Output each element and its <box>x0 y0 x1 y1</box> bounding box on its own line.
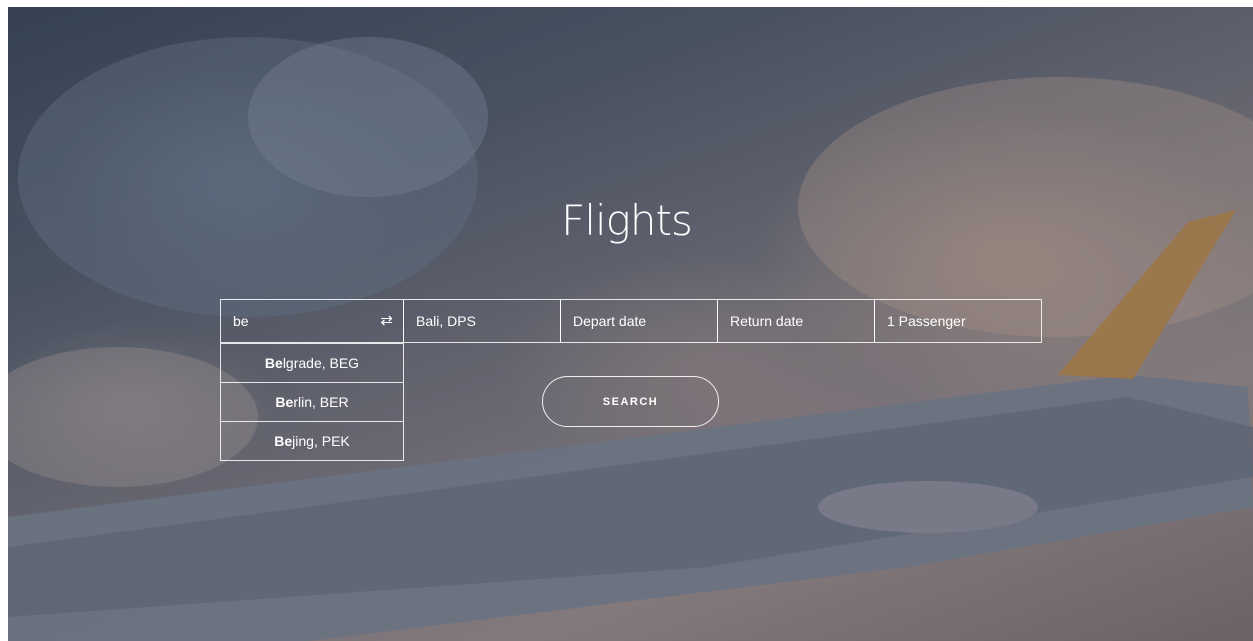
from-field[interactable]: ⇄ <box>220 299 404 343</box>
search-button[interactable]: SEARCH <box>542 376 719 427</box>
from-suggestions-dropdown: Be lgrade, BEG Be rlin, BER Be jing, PEK <box>220 343 404 461</box>
suggestion-rest: rlin, BER <box>293 394 349 410</box>
passengers-field[interactable]: 1 Passenger <box>874 299 1042 343</box>
suggestion-item-berlin[interactable]: Be rlin, BER <box>221 382 403 421</box>
depart-date-placeholder: Depart date <box>573 313 647 329</box>
swap-arrows-icon[interactable]: ⇄ <box>380 311 393 329</box>
suggestion-rest: jing, PEK <box>292 433 350 449</box>
depart-date-field[interactable]: Depart date <box>560 299 718 343</box>
to-field[interactable]: Bali, DPS <box>403 299 561 343</box>
suggestion-match: Be <box>274 433 293 449</box>
page-title: Flights <box>561 196 693 245</box>
from-input[interactable] <box>233 313 363 329</box>
to-value: Bali, DPS <box>416 313 476 329</box>
suggestion-item-bejing[interactable]: Be jing, PEK <box>221 421 403 460</box>
suggestion-item-belgrade[interactable]: Be lgrade, BEG <box>221 343 403 382</box>
passengers-value: 1 Passenger <box>887 313 966 329</box>
suggestion-match: Be <box>275 394 294 410</box>
return-date-field[interactable]: Return date <box>717 299 875 343</box>
suggestion-rest: lgrade, BEG <box>282 355 360 371</box>
suggestion-match: Be <box>264 355 283 371</box>
return-date-placeholder: Return date <box>730 313 804 329</box>
